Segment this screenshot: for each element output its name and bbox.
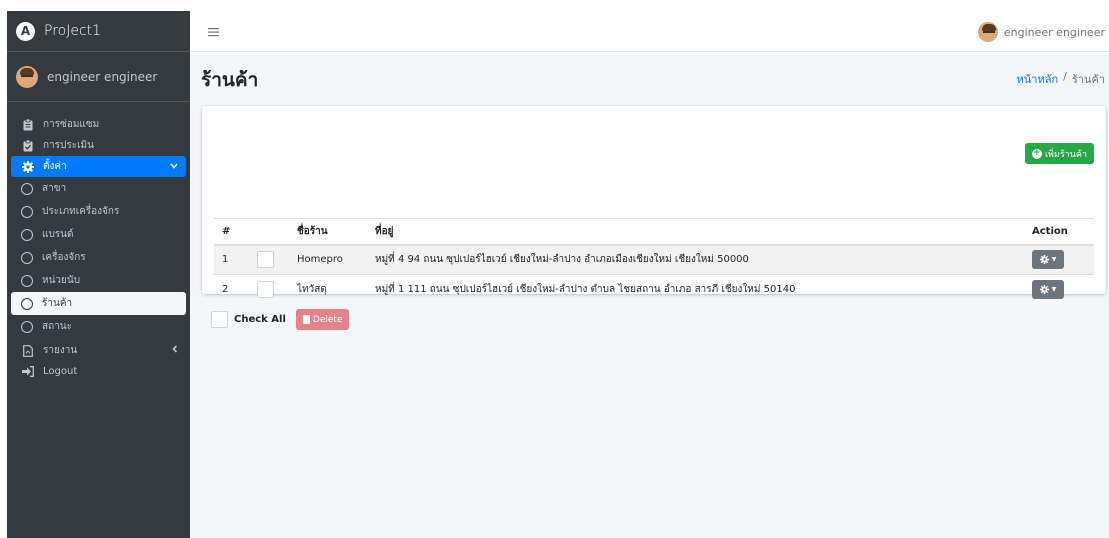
col-shop-name: ชื่อร้าน: [289, 218, 367, 246]
breadcrumb-home-link[interactable]: หน้าหลัก: [1017, 70, 1059, 88]
sidebar-subitem-brand[interactable]: แบรนด์: [11, 223, 186, 246]
row-action-cell: ▼: [1024, 274, 1094, 305]
sidebar-subitem-shop[interactable]: ร้านค้า: [11, 292, 186, 315]
clipboard-icon: [21, 118, 35, 131]
add-shop-button[interactable]: + เพิ่มร้านค้า: [1024, 143, 1094, 164]
pdf-icon: [21, 344, 35, 357]
col-address: ที่อยู่: [367, 218, 1024, 246]
avatar: [16, 65, 38, 88]
sidebar-subitem-branch[interactable]: สาขา: [11, 177, 186, 200]
logout-icon: [21, 366, 35, 377]
sidebar-subitem-label: หน่วยนับ: [42, 275, 81, 286]
circle-icon: [21, 297, 33, 310]
circle-icon: [21, 205, 33, 218]
chevron-down-icon: [170, 162, 178, 172]
sidebar-subitem-unit[interactable]: หน่วยนับ: [11, 269, 186, 292]
sidebar-item-repair[interactable]: การซ่อมแซม: [11, 114, 186, 135]
shop-name: ไทวัสดุ: [289, 274, 367, 305]
row-select-cell: [249, 244, 289, 275]
row-action-dropdown-button[interactable]: ▼: [1032, 250, 1064, 270]
plus-circle-icon: +: [1031, 148, 1042, 159]
gear-icon: [21, 160, 35, 173]
sidebar-user-name: engineer engineer: [47, 69, 158, 84]
navbar-user-menu[interactable]: engineer engineer: [977, 22, 1105, 42]
sidebar-item-label: ตั้งค่า: [43, 161, 67, 172]
caret-down-icon: ▼: [1051, 256, 1057, 264]
clipboard-check-icon: [21, 139, 35, 152]
page-title: ร้านค้า: [201, 69, 259, 91]
breadcrumb: หน้าหลัก / ร้านค้า: [1017, 70, 1105, 88]
sidebar-item-evaluation[interactable]: การประเมิน: [11, 135, 186, 156]
breadcrumb-current: ร้านค้า: [1071, 73, 1105, 86]
caret-down-icon: ▼: [1051, 286, 1057, 294]
row-checkbox[interactable]: [257, 251, 274, 269]
col-select: [249, 218, 289, 246]
trash-icon: [302, 315, 310, 324]
shop-address: หมู่ที่ 4 94 ถนน ซุปเปอร์ไฮเวย์ เชียงใหม…: [367, 244, 1024, 275]
table-header-row: # ชื่อร้าน ที่อยู่ Action: [214, 218, 1094, 246]
sidebar-item-settings[interactable]: ตั้งค่า: [11, 156, 186, 177]
circle-icon: [21, 320, 33, 333]
sidebar-item-label: การประเมิน: [43, 140, 94, 151]
sidebar-subitem-status[interactable]: สถานะ: [11, 315, 186, 338]
bulk-actions: Check All Delete: [211, 309, 350, 330]
sidebar-nav: การซ่อมแซม การประเมิน ตั้งค่า สาขา ประเภ…: [7, 102, 190, 382]
circle-icon: [21, 274, 33, 287]
row-action-cell: ▼: [1024, 244, 1094, 275]
sidebar-item-report[interactable]: รายงาน: [11, 340, 186, 361]
row-checkbox[interactable]: [257, 281, 274, 299]
user-panel[interactable]: engineer engineer: [7, 52, 190, 102]
chevron-left-icon: [172, 345, 178, 356]
check-all-checkbox[interactable]: [211, 311, 228, 328]
shop-address: หมู่ที่ 1 111 ถนน ซุปเปอร์ไฮเวย์ เชียงให…: [367, 274, 1024, 305]
sidebar-subitem-label: แบรนด์: [42, 229, 74, 240]
top-navbar: engineer engineer: [190, 11, 1109, 52]
brand-link[interactable]: A ProJect1: [7, 11, 190, 52]
content-wrapper: ร้านค้า หน้าหลัก / ร้านค้า + เพิ่มร้านค้…: [190, 53, 1109, 538]
shop-list-card: + เพิ่มร้านค้า # ชื่อร้าน ที่อยู่ Action…: [202, 106, 1106, 305]
col-number: #: [214, 218, 249, 246]
sidebar-subitem-machine[interactable]: เครื่องจักร: [11, 246, 186, 269]
shop-table: # ชื่อร้าน ที่อยู่ Action 1 Homepro หมู่…: [214, 218, 1094, 305]
sidebar-subitem-label: ประเภทเครื่องจักร: [42, 206, 120, 217]
gear-icon: [1039, 285, 1049, 295]
brand-name: ProJect1: [44, 23, 102, 39]
brand-logo: A: [16, 21, 35, 41]
breadcrumb-separator: /: [1063, 70, 1067, 83]
sidebar-item-label: รายงาน: [43, 345, 78, 356]
row-number: 2: [214, 274, 249, 305]
sidebar-item-label: Logout: [43, 366, 78, 377]
sidebar-subitem-label: สถานะ: [42, 321, 72, 332]
gear-icon: [1039, 255, 1049, 265]
sidebar-subitem-label: ร้านค้า: [42, 298, 73, 309]
table-row: 1 Homepro หมู่ที่ 4 94 ถนน ซุปเปอร์ไฮเวย…: [214, 244, 1094, 275]
table-row: 2 ไทวัสดุ หมู่ที่ 1 111 ถนน ซุปเปอร์ไฮเว…: [214, 274, 1094, 305]
sidebar: A ProJect1 engineer engineer การซ่อมแซม …: [7, 11, 190, 538]
col-action: Action: [1024, 218, 1094, 246]
avatar: [977, 22, 998, 42]
sidebar-subitem-machine-type[interactable]: ประเภทเครื่องจักร: [11, 200, 186, 223]
delete-label: Delete: [312, 314, 343, 325]
sidebar-item-logout[interactable]: Logout: [11, 361, 186, 382]
circle-icon: [21, 251, 33, 264]
row-select-cell: [249, 274, 289, 305]
menu-toggle-icon[interactable]: [208, 23, 219, 41]
navbar-user-name: engineer engineer: [1003, 25, 1105, 39]
shop-name: Homepro: [289, 244, 367, 275]
row-number: 1: [214, 244, 249, 275]
sidebar-subitem-label: เครื่องจักร: [42, 252, 86, 263]
sidebar-subitem-label: สาขา: [42, 183, 67, 194]
delete-button[interactable]: Delete: [295, 309, 350, 330]
sidebar-item-label: การซ่อมแซม: [43, 119, 100, 130]
row-action-dropdown-button[interactable]: ▼: [1032, 280, 1064, 300]
circle-icon: [21, 182, 33, 195]
check-all-label[interactable]: Check All: [234, 314, 286, 325]
circle-icon: [21, 228, 33, 241]
add-shop-label: เพิ่มร้านค้า: [1044, 149, 1087, 160]
